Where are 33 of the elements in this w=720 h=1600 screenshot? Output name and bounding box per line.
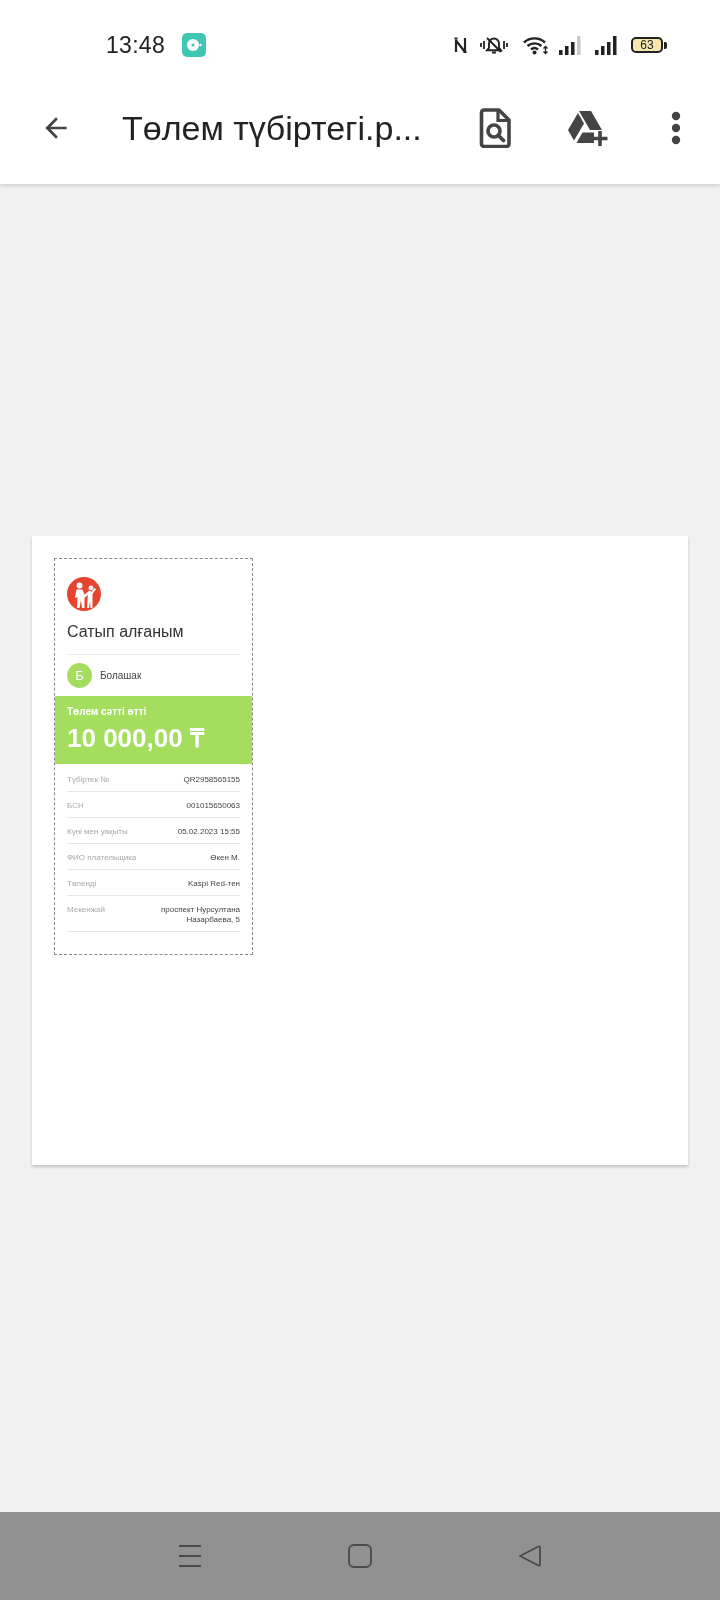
receipt-title: Сатып алғаным [67, 622, 185, 641]
find-in-document-icon[interactable] [479, 108, 511, 148]
detail-value: QR2958565155 [183, 774, 240, 785]
payment-amount: 10 000,00 ₸ [67, 723, 206, 752]
menu-icon[interactable] [178, 1544, 202, 1568]
battery-indicator: 63 [631, 37, 667, 53]
detail-label: БСН [67, 800, 84, 811]
document-title: Төлем түбіртегі.р... [122, 108, 423, 148]
more-options-icon[interactable] [670, 111, 682, 145]
status-time: 13:48 [106, 31, 166, 59]
wifi-icon [523, 35, 549, 55]
detail-label: Мекенжай [67, 904, 105, 915]
back-icon[interactable] [518, 1544, 542, 1568]
merchant-avatar: Б [67, 662, 92, 688]
nfc-icon [453, 36, 468, 54]
muted-bell-icon [479, 36, 509, 54]
detail-label: Төленді [67, 878, 97, 889]
figures-logo-icon [67, 576, 101, 611]
disc-app-icon [182, 33, 207, 57]
payment-status: Төлем сәтті өтті [67, 705, 148, 718]
signal-icon [594, 35, 619, 55]
detail-label: Түбіртек № [67, 774, 109, 785]
detail-label: Күні мен уақыты [67, 826, 128, 837]
triangle-plus-icon[interactable] [568, 110, 608, 146]
detail-value: Kaspi Red-тен [188, 878, 240, 889]
detail-value: 05.02.2023 15:55 [177, 826, 240, 837]
detail-value: 001015650063 [186, 800, 240, 811]
detail-label: ФИО плательщика [67, 852, 137, 863]
home-icon[interactable] [348, 1544, 372, 1568]
detail-value: Өкен М. [210, 852, 240, 863]
detail-value: проспект Нурсултана Назарбаева, 5 [160, 904, 240, 925]
merchant-name: Болашак [100, 669, 142, 681]
signal-icon [558, 35, 583, 55]
